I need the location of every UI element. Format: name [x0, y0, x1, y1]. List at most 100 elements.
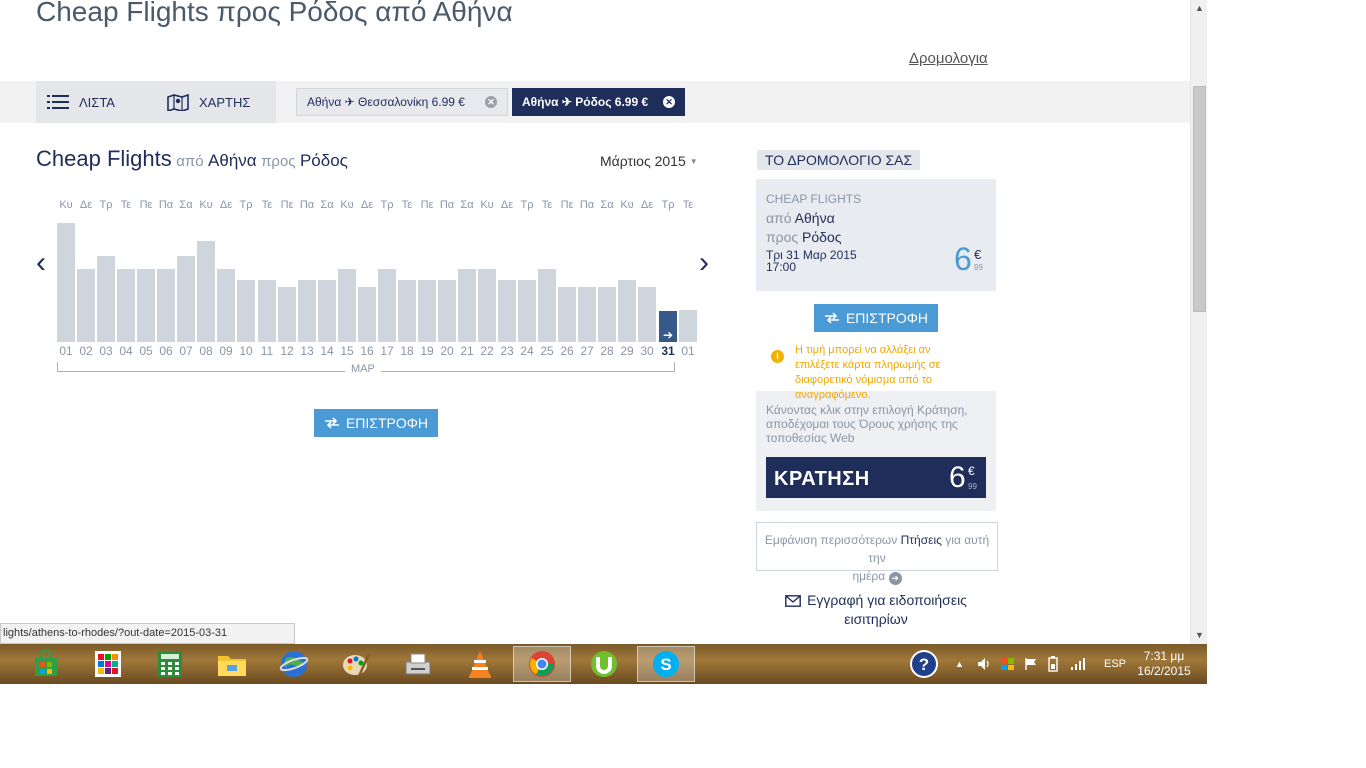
date-label[interactable]: 19: [418, 344, 436, 358]
price-bar[interactable]: [398, 280, 416, 342]
date-label[interactable]: 06: [157, 344, 175, 358]
date-label[interactable]: 26: [558, 344, 576, 358]
system-clock[interactable]: 7:31 μμ 16/2/2015: [1134, 649, 1194, 679]
price-bar[interactable]: [578, 287, 596, 342]
date-label[interactable]: 01: [679, 344, 697, 358]
help-icon[interactable]: ?: [909, 644, 939, 684]
price-bar[interactable]: [137, 269, 155, 342]
tray-expand-icon[interactable]: ▲: [955, 644, 964, 684]
map-view-button[interactable]: ΧΑΡΤΗΣ: [167, 81, 250, 123]
date-label[interactable]: 02: [77, 344, 95, 358]
date-label[interactable]: 12: [278, 344, 296, 358]
price-bar[interactable]: [358, 287, 376, 342]
file-explorer-icon[interactable]: [203, 646, 261, 682]
price-bar[interactable]: [618, 280, 636, 342]
price-bar[interactable]: [418, 280, 436, 342]
date-label[interactable]: 21: [458, 344, 476, 358]
date-label[interactable]: 25: [538, 344, 556, 358]
date-label[interactable]: 22: [478, 344, 496, 358]
price-bar[interactable]: [258, 280, 276, 342]
calculator-icon[interactable]: [141, 646, 199, 682]
itinerary-return-button[interactable]: ΕΠΙΣΤΡΟΦΗ: [814, 304, 938, 332]
price-bar[interactable]: [278, 287, 296, 342]
price-bar[interactable]: [117, 269, 135, 342]
price-bar[interactable]: [438, 280, 456, 342]
skype-icon[interactable]: S: [637, 646, 695, 682]
search-tab-rhodes[interactable]: Αθήνα ✈ Ρόδος 6.99 € ✕: [512, 88, 685, 116]
date-label[interactable]: 13: [298, 344, 316, 358]
volume-icon[interactable]: [977, 644, 991, 684]
price-bar[interactable]: [97, 256, 115, 342]
network-status-icon[interactable]: [1000, 644, 1016, 684]
book-button[interactable]: ΚΡΑΤΗΣΗ 6 € 99: [766, 457, 986, 498]
price-bar[interactable]: [538, 269, 556, 342]
chrome-icon[interactable]: [513, 646, 571, 682]
next-arrow-icon[interactable]: ›: [699, 246, 709, 280]
flag-icon[interactable]: [1024, 644, 1038, 684]
signal-icon[interactable]: [1070, 644, 1088, 684]
date-label[interactable]: 16: [358, 344, 376, 358]
price-bar[interactable]: [77, 269, 95, 342]
prev-arrow-icon[interactable]: ‹: [36, 246, 46, 280]
metro-apps-icon[interactable]: [79, 646, 137, 682]
date-label[interactable]: 17: [378, 344, 396, 358]
month-select[interactable]: Μάρτιος 2015 ▼: [600, 153, 698, 169]
date-label[interactable]: 11: [258, 344, 276, 358]
date-label[interactable]: 07: [177, 344, 195, 358]
price-bar[interactable]: [338, 269, 356, 342]
price-bar[interactable]: [518, 280, 536, 342]
language-indicator[interactable]: ESP: [1104, 644, 1126, 684]
close-icon[interactable]: ✕: [663, 96, 675, 108]
date-label[interactable]: 14: [318, 344, 336, 358]
price-bar[interactable]: [598, 287, 616, 342]
date-label[interactable]: 18: [398, 344, 416, 358]
scroll-down-icon[interactable]: ▼: [1191, 627, 1208, 644]
price-bar[interactable]: [498, 280, 516, 342]
date-label[interactable]: 09: [217, 344, 235, 358]
price-bar[interactable]: [217, 269, 235, 342]
close-icon[interactable]: ✕: [485, 96, 497, 108]
date-label[interactable]: 05: [137, 344, 155, 358]
date-label[interactable]: 01: [57, 344, 75, 358]
price-bar[interactable]: [679, 310, 697, 342]
battery-icon[interactable]: [1046, 644, 1060, 684]
price-bar[interactable]: [458, 269, 476, 342]
price-bar[interactable]: [478, 269, 496, 342]
date-label[interactable]: 10: [237, 344, 255, 358]
more-flights-link[interactable]: Εμφάνιση περισσότερων Πτήσεις για αυτή τ…: [756, 522, 998, 585]
scrollbar-thumb[interactable]: [1193, 86, 1206, 312]
google-earth-icon[interactable]: [265, 646, 323, 682]
price-bar-selected[interactable]: ➔: [659, 311, 677, 342]
vertical-scrollbar[interactable]: ▲ ▼: [1190, 0, 1207, 644]
price-bar[interactable]: [177, 256, 195, 342]
date-label[interactable]: 28: [598, 344, 616, 358]
price-bar[interactable]: [318, 280, 336, 342]
utorrent-icon[interactable]: [575, 646, 633, 682]
date-label[interactable]: 31: [659, 344, 677, 358]
date-label[interactable]: 20: [438, 344, 456, 358]
price-alerts-link[interactable]: Εγγραφή για ειδοποιήσεις εισιτηρίων: [766, 591, 986, 629]
return-button[interactable]: ΕΠΙΣΤΡΟΦΗ: [314, 409, 438, 437]
date-label[interactable]: 30: [638, 344, 656, 358]
date-label[interactable]: 23: [498, 344, 516, 358]
date-label[interactable]: 03: [97, 344, 115, 358]
price-bar[interactable]: [157, 269, 175, 342]
fax-scan-icon[interactable]: [389, 646, 447, 682]
price-bar[interactable]: [298, 280, 316, 342]
itinerary-link[interactable]: Δρομολογια: [909, 50, 988, 67]
date-label[interactable]: 08: [197, 344, 215, 358]
search-tab-thessaloniki[interactable]: Αθήνα ✈ Θεσσαλονίκη 6.99 € ✕: [296, 88, 508, 116]
date-label[interactable]: 04: [117, 344, 135, 358]
price-bar[interactable]: [237, 280, 255, 342]
vlc-icon[interactable]: [451, 646, 509, 682]
price-bar[interactable]: [558, 287, 576, 342]
list-view-button[interactable]: ΛΙΣΤΑ: [47, 81, 115, 123]
date-label[interactable]: 29: [618, 344, 636, 358]
date-label[interactable]: 27: [578, 344, 596, 358]
date-label[interactable]: 15: [338, 344, 356, 358]
scroll-up-icon[interactable]: ▲: [1191, 0, 1208, 17]
price-bar[interactable]: [197, 241, 215, 342]
price-bar[interactable]: [57, 223, 75, 342]
price-bar[interactable]: [638, 287, 656, 342]
date-label[interactable]: 24: [518, 344, 536, 358]
